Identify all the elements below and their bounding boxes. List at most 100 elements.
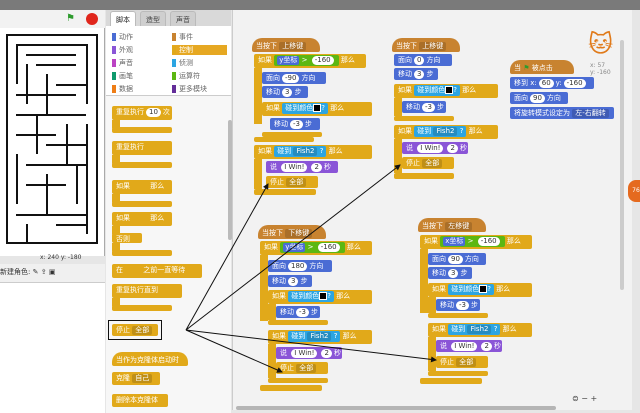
- goto-xy-block[interactable]: 移到 x: 60 y: -160: [510, 77, 594, 89]
- if-touching-color-block[interactable]: 如果 碰到颜色? 那么: [428, 283, 532, 297]
- touching-color-sensor[interactable]: 碰到颜色?: [288, 291, 334, 302]
- move-block[interactable]: 移动 3 步: [268, 275, 312, 287]
- zoom-in-icon[interactable]: +: [591, 394, 598, 403]
- tab-costumes[interactable]: 造型: [140, 11, 166, 26]
- steps-field[interactable]: 3: [288, 277, 299, 286]
- point-direction-block[interactable]: 面向 -90 方向: [262, 72, 326, 84]
- steps-field[interactable]: -3: [422, 103, 435, 112]
- touching-color-sensor[interactable]: 碰到颜色?: [282, 103, 328, 114]
- touching-color-sensor[interactable]: 碰到颜色?: [448, 284, 494, 295]
- say-text-field[interactable]: I Win!: [281, 163, 308, 172]
- say-text-field[interactable]: I Win!: [417, 144, 444, 153]
- key-dropdown[interactable]: 下移键: [285, 229, 313, 238]
- touching-sensor[interactable]: 碰到 Fish2 ?: [414, 126, 467, 137]
- palette-wait-until-block[interactable]: 在 之前一直等待: [112, 264, 202, 278]
- say-block[interactable]: 说 I Win! 2 秒: [402, 142, 468, 154]
- palette-clone-start-hat[interactable]: 当作为克隆体启动时: [112, 352, 188, 366]
- seconds-field[interactable]: 2: [447, 144, 458, 153]
- category-events[interactable]: 事件: [172, 32, 227, 42]
- steps-field[interactable]: 3: [448, 269, 459, 278]
- camera-icon[interactable]: ▣: [49, 268, 56, 276]
- if-touching-color-block[interactable]: 如果 碰到颜色? 那么: [268, 290, 372, 304]
- move-block[interactable]: 移动 3 步: [262, 86, 308, 98]
- key-dropdown[interactable]: 上移键: [419, 42, 447, 51]
- tab-sounds[interactable]: 声音: [170, 11, 196, 26]
- when-key-left-hat[interactable]: 当按下 左移键: [418, 218, 486, 232]
- repeat-count-field[interactable]: 10: [146, 108, 161, 117]
- sprite-dropdown[interactable]: Fish2: [433, 127, 458, 136]
- category-pen[interactable]: 画笔: [112, 71, 167, 81]
- value-field[interactable]: -160: [477, 237, 500, 246]
- if-touching-fish-block[interactable]: 如果 碰到 Fish2 ? 那么: [268, 330, 372, 344]
- seconds-field[interactable]: 2: [311, 163, 322, 172]
- gt-operator[interactable]: x坐标 > -160: [440, 236, 505, 247]
- move-block[interactable]: 移动 3 步: [428, 267, 472, 279]
- paint-icon[interactable]: ✎: [33, 268, 39, 276]
- direction-field[interactable]: -90: [282, 74, 300, 83]
- stop-dropdown[interactable]: 全部: [456, 358, 477, 367]
- steps-field[interactable]: 3: [282, 88, 293, 97]
- category-data[interactable]: 数据: [112, 84, 167, 94]
- nested-if-block[interactable]: 如果 碰到颜色? 那么: [262, 102, 372, 116]
- category-sound[interactable]: 声音: [112, 58, 167, 68]
- say-text-field[interactable]: I Win!: [291, 349, 318, 358]
- sprite-dropdown[interactable]: Fish2: [467, 325, 492, 334]
- stop-all-block-2[interactable]: 停止 全部: [402, 157, 454, 169]
- say-block[interactable]: 说 I Win! 2 秒: [436, 340, 502, 352]
- palette-stop-block[interactable]: 停止 全部: [112, 324, 158, 336]
- value-field[interactable]: -160: [317, 243, 340, 252]
- steps-field[interactable]: 3: [414, 70, 425, 79]
- set-rotation-style-block[interactable]: 将旋转模式设定为 左-右翻转: [510, 107, 614, 119]
- x-field[interactable]: 60: [538, 79, 554, 88]
- touching-sensor[interactable]: 碰到 Fish2 ?: [274, 146, 327, 157]
- palette-forever-block[interactable]: 重复执行: [112, 141, 172, 155]
- direction-field[interactable]: 180: [288, 262, 308, 271]
- key-dropdown[interactable]: 上移键: [279, 42, 307, 51]
- point-direction-block[interactable]: 面向 180 方向: [268, 260, 332, 272]
- if-touching-fish-block[interactable]: 如果 碰到 Fish2 ? 那么: [428, 323, 532, 337]
- category-sensing[interactable]: 侦测: [172, 58, 227, 68]
- category-looks[interactable]: 外观: [112, 45, 167, 55]
- stop-dropdown[interactable]: 全部: [286, 178, 307, 187]
- steps-field[interactable]: -3: [456, 301, 469, 310]
- when-key-down-hat[interactable]: 当按下 下移键: [258, 225, 326, 239]
- category-operators[interactable]: 运算符: [172, 71, 227, 81]
- palette-if-block[interactable]: 如果 那么: [112, 180, 172, 194]
- palette-repeat-block[interactable]: 重复执行 10 次: [112, 106, 172, 120]
- say-block[interactable]: 说 I Win! 2 秒: [276, 347, 342, 359]
- if-block-left[interactable]: 如果 x坐标 > -160 那么: [420, 235, 532, 249]
- steps-field[interactable]: -3: [296, 308, 309, 317]
- stage[interactable]: [0, 28, 105, 256]
- move-back-block[interactable]: 移动 -3 步: [276, 306, 320, 318]
- gt-operator[interactable]: y坐标 > -160: [280, 242, 345, 253]
- zoom-reset-icon[interactable]: ⊜: [572, 394, 579, 403]
- floating-badge[interactable]: 76: [628, 180, 640, 202]
- touching-sensor[interactable]: 碰到 Fish2 ?: [448, 324, 501, 335]
- scripts-horizontal-scrollbar[interactable]: [236, 406, 556, 410]
- clone-dropdown[interactable]: 自己: [132, 374, 153, 383]
- steps-field[interactable]: -3: [290, 120, 303, 129]
- if-block-down[interactable]: 如果 y坐标 > -160 那么: [260, 241, 372, 255]
- zoom-out-icon[interactable]: −: [581, 394, 588, 403]
- touching-color-sensor[interactable]: 碰到颜色?: [414, 85, 460, 96]
- palette-repeat-until-block[interactable]: 重复执行直到: [112, 284, 182, 298]
- if-touching-fish-block[interactable]: 如果 碰到 Fish2 ? 那么: [254, 145, 372, 159]
- when-key-up-hat-2[interactable]: 当按下 上移键: [392, 38, 460, 52]
- green-flag-icon[interactable]: ⚑: [66, 13, 78, 25]
- key-dropdown[interactable]: 左移键: [445, 222, 473, 231]
- direction-field[interactable]: 90: [448, 255, 463, 264]
- category-control[interactable]: 控制: [172, 45, 227, 55]
- move-block[interactable]: 移动 3 步: [394, 68, 438, 80]
- stop-dropdown[interactable]: 全部: [132, 326, 153, 335]
- category-more-blocks[interactable]: 更多模块: [172, 84, 227, 94]
- if-touching-fish-block[interactable]: 如果 碰到 Fish2 ? 那么: [394, 125, 498, 139]
- palette-clone-block[interactable]: 克隆 自己: [112, 372, 160, 385]
- move-back-block[interactable]: 移动 -3 步: [402, 101, 446, 113]
- stop-dropdown[interactable]: 全部: [296, 364, 317, 373]
- palette-if-else-block[interactable]: 如果 那么: [112, 212, 172, 226]
- tab-scripts[interactable]: 脚本: [110, 11, 136, 26]
- stop-dropdown[interactable]: 全部: [422, 159, 443, 168]
- scripts-vertical-scrollbar[interactable]: [620, 40, 624, 290]
- move-back-block[interactable]: 移动 -3 步: [436, 299, 480, 311]
- stop-all-block-1[interactable]: 停止 全部: [266, 176, 318, 188]
